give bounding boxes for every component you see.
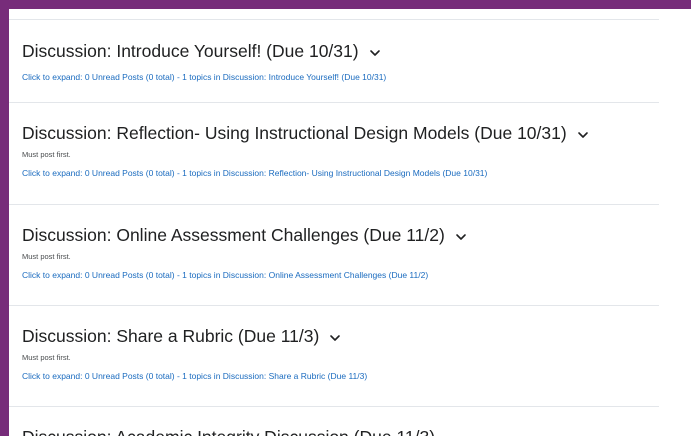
chevron-down-icon[interactable]: [454, 230, 468, 244]
must-post-note: Must post first.: [22, 252, 71, 261]
forum-title[interactable]: Discussion: Introduce Yourself! (Due 10/…: [22, 40, 359, 62]
must-post-note: Must post first.: [22, 150, 71, 159]
forum-online-assessment: Discussion: Online Assessment Challenges…: [22, 224, 687, 281]
forum-title-row[interactable]: Discussion: Academic Integrity Discussio…: [22, 426, 687, 436]
separator: [9, 204, 659, 205]
separator: [9, 102, 659, 103]
expand-link[interactable]: Click to expand: 0 Unread Posts (0 total…: [22, 167, 687, 179]
forum-reflection: Discussion: Reflection- Using Instructio…: [22, 122, 687, 179]
separator: [9, 305, 659, 306]
forum-academic-integrity: Discussion: Academic Integrity Discussio…: [22, 426, 687, 436]
forum-title-row[interactable]: Discussion: Reflection- Using Instructio…: [22, 122, 687, 144]
forum-title[interactable]: Discussion: Academic Integrity Discussio…: [22, 426, 435, 436]
chevron-down-icon[interactable]: [576, 128, 590, 142]
expand-link[interactable]: Click to expand: 0 Unread Posts (0 total…: [22, 370, 687, 382]
separator: [9, 406, 659, 407]
forum-introduce-yourself: Discussion: Introduce Yourself! (Due 10/…: [22, 40, 687, 83]
expand-link[interactable]: Click to expand: 0 Unread Posts (0 total…: [22, 269, 687, 281]
forum-share-rubric: Discussion: Share a Rubric (Due 11/3) Mu…: [22, 325, 687, 382]
discussions-panel: Discussion: Introduce Yourself! (Due 10/…: [9, 9, 691, 436]
chevron-down-icon[interactable]: [328, 331, 342, 345]
separator: [9, 19, 659, 20]
forum-title[interactable]: Discussion: Online Assessment Challenges…: [22, 224, 445, 246]
forum-title-row[interactable]: Discussion: Share a Rubric (Due 11/3): [22, 325, 687, 347]
forum-title[interactable]: Discussion: Share a Rubric (Due 11/3): [22, 325, 319, 347]
expand-link[interactable]: Click to expand: 0 Unread Posts (0 total…: [22, 71, 687, 83]
forum-title-row[interactable]: Discussion: Introduce Yourself! (Due 10/…: [22, 40, 687, 62]
must-post-note: Must post first.: [22, 353, 71, 362]
forum-title-row[interactable]: Discussion: Online Assessment Challenges…: [22, 224, 687, 246]
forum-title[interactable]: Discussion: Reflection- Using Instructio…: [22, 122, 567, 144]
chevron-down-icon[interactable]: [368, 46, 382, 60]
